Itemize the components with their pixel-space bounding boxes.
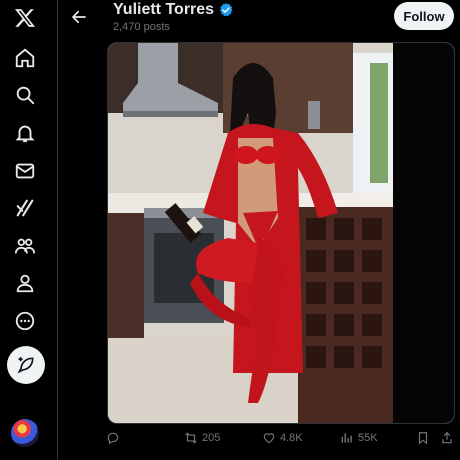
verified-badge-icon xyxy=(219,3,233,17)
profile-name: Yuliett Torres xyxy=(113,1,215,18)
reply-button[interactable] xyxy=(106,431,124,445)
views-button[interactable]: 55K xyxy=(340,431,378,445)
like-button[interactable]: 4.8K xyxy=(262,431,303,445)
more-icon[interactable] xyxy=(9,305,41,337)
post-media-image[interactable] xyxy=(107,42,455,424)
views-chart-icon xyxy=(341,433,352,443)
photo-illustration xyxy=(108,43,454,423)
notifications-icon[interactable] xyxy=(9,117,41,149)
follow-button[interactable]: Follow xyxy=(394,2,454,30)
view-count: 55K xyxy=(358,432,378,444)
share-icon xyxy=(442,431,452,444)
post-count: 2,470 posts xyxy=(113,21,170,33)
x-logo-icon[interactable] xyxy=(9,2,41,34)
reply-icon xyxy=(107,432,119,445)
retweet-icon xyxy=(185,432,197,444)
share-button[interactable] xyxy=(440,431,454,445)
heart-icon xyxy=(263,433,275,444)
post-actions: 205 4.8K 55K xyxy=(98,431,460,449)
grok-icon[interactable] xyxy=(9,192,41,224)
profile-icon[interactable] xyxy=(9,267,41,299)
search-icon[interactable] xyxy=(9,79,41,111)
home-icon[interactable] xyxy=(9,42,41,74)
sidebar xyxy=(0,0,58,460)
feather-plus-icon xyxy=(17,357,34,374)
compose-post-button[interactable] xyxy=(7,346,45,384)
profile-header: Yuliett Torres 2,470 posts Follow xyxy=(58,0,460,40)
bookmark-icon xyxy=(418,432,428,445)
communities-icon[interactable] xyxy=(9,230,41,262)
retweet-count: 205 xyxy=(202,432,221,444)
retweet-button[interactable]: 205 xyxy=(184,431,220,445)
messages-icon[interactable] xyxy=(9,155,41,187)
like-count: 4.8K xyxy=(280,432,303,444)
back-arrow-icon[interactable] xyxy=(68,6,90,28)
avatar[interactable] xyxy=(11,419,39,447)
profile-title: Yuliett Torres xyxy=(113,1,234,19)
bookmark-button[interactable] xyxy=(416,431,430,445)
